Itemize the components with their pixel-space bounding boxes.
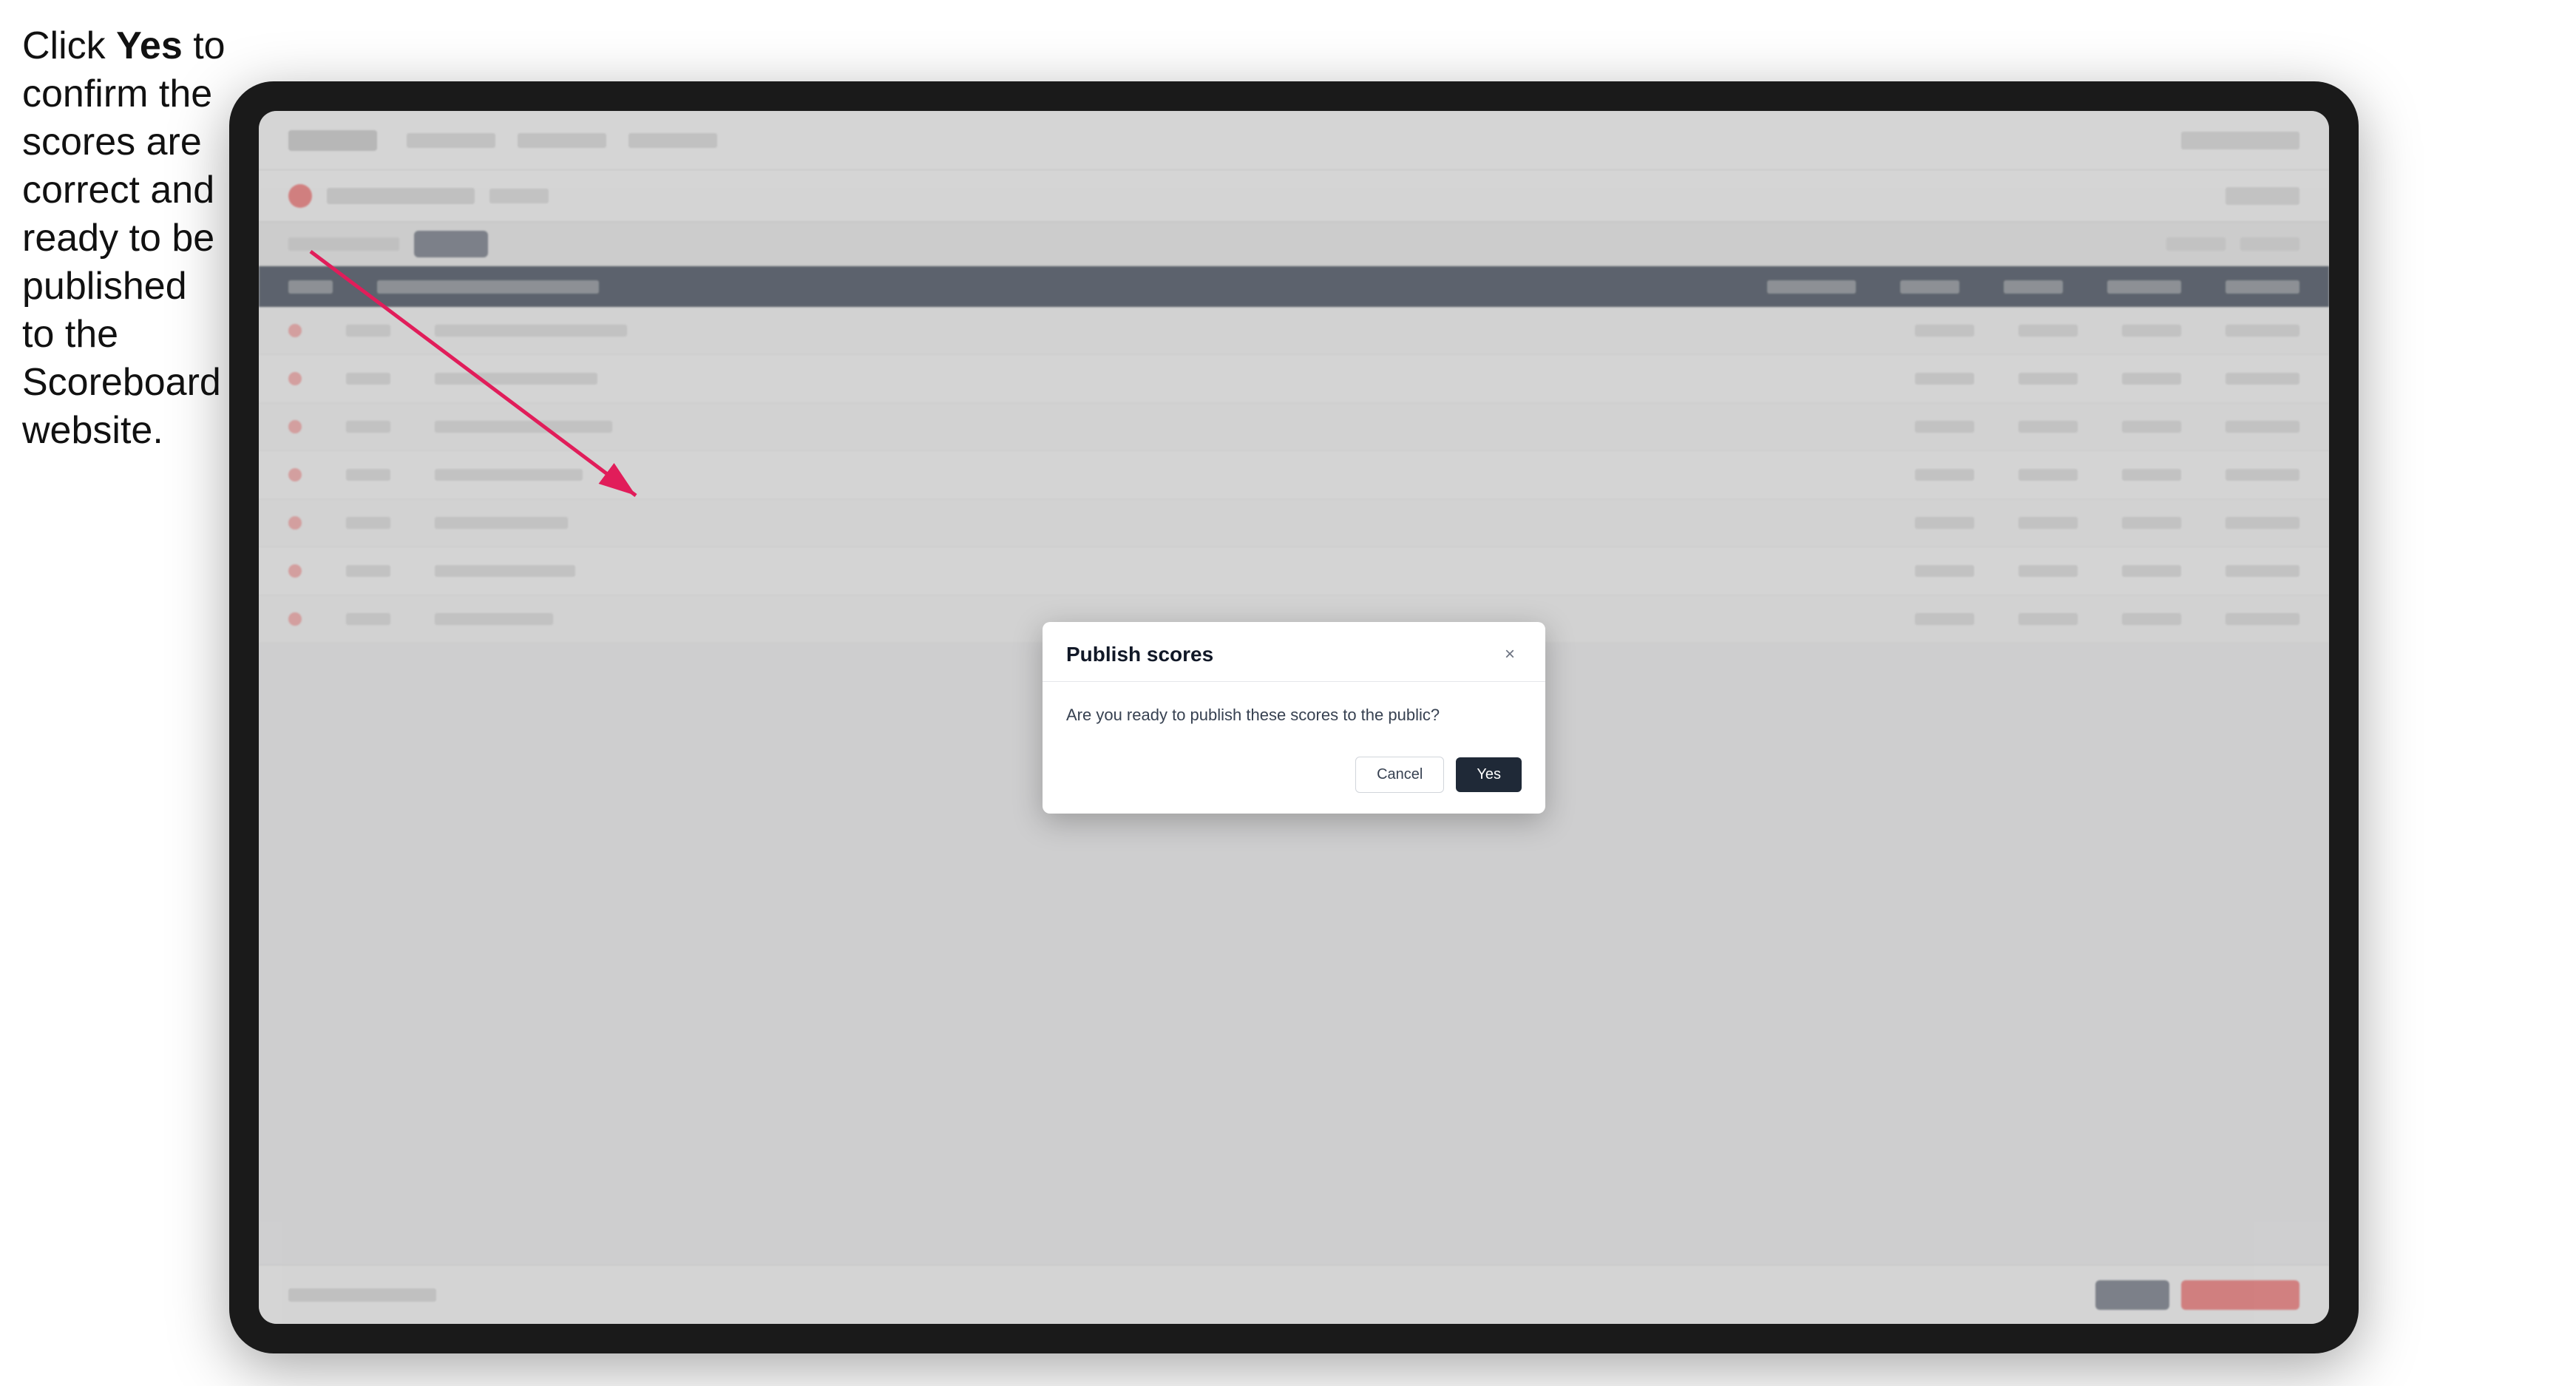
dialog-title: Publish scores [1066, 643, 1213, 666]
tablet-device: Publish scores × Are you ready to publis… [229, 81, 2359, 1353]
tablet-screen: Publish scores × Are you ready to publis… [259, 111, 2329, 1324]
dialog-footer: Cancel Yes [1043, 745, 1545, 814]
yes-button[interactable]: Yes [1456, 757, 1522, 792]
instruction-bold: Yes [116, 24, 183, 67]
dialog-close-button[interactable]: × [1498, 643, 1522, 666]
cancel-button[interactable]: Cancel [1355, 757, 1444, 793]
dialog-body: Are you ready to publish these scores to… [1043, 682, 1545, 745]
publish-scores-dialog: Publish scores × Are you ready to publis… [1043, 622, 1545, 814]
dialog-header: Publish scores × [1043, 622, 1545, 682]
instruction-text: Click Yes to confirm the scores are corr… [22, 22, 229, 455]
modal-overlay: Publish scores × Are you ready to publis… [259, 111, 2329, 1324]
dialog-message: Are you ready to publish these scores to… [1066, 703, 1522, 727]
